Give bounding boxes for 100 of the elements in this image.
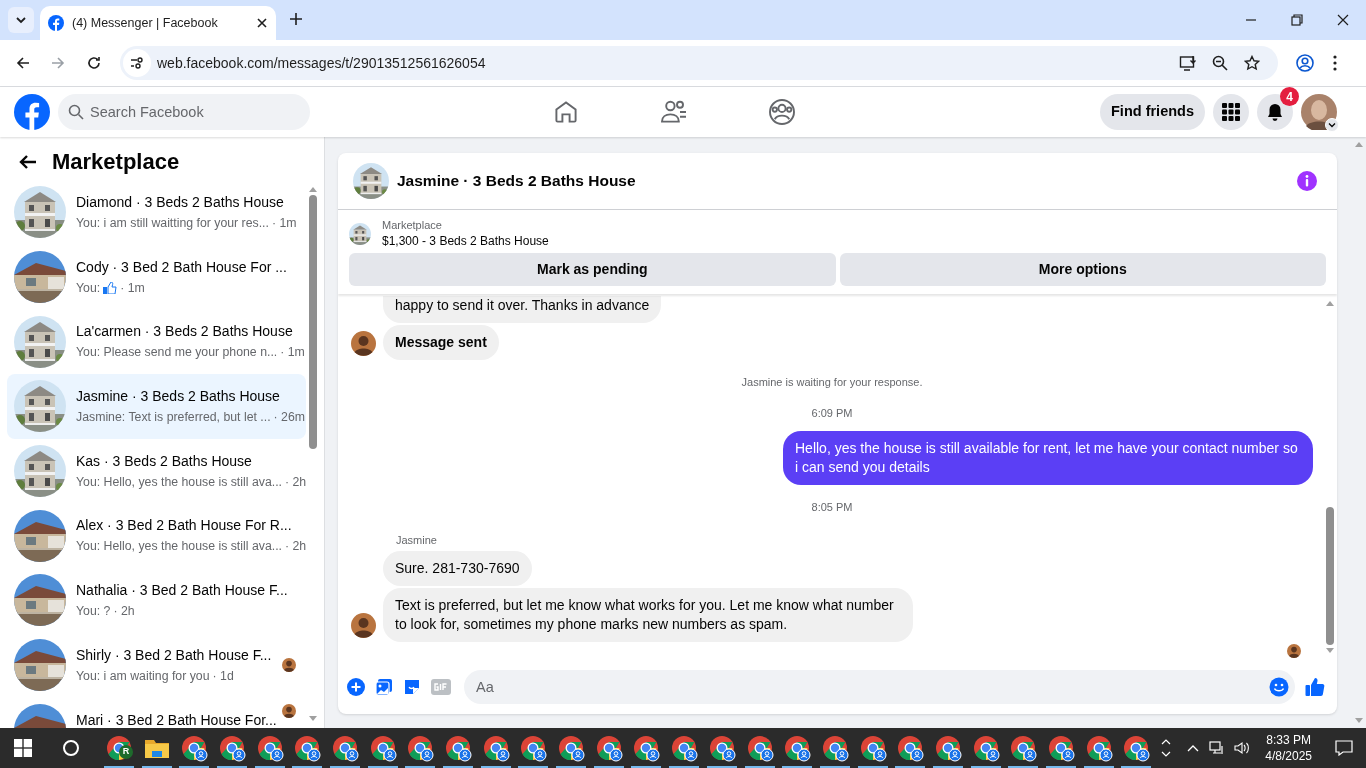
chrome-icon[interactable] bbox=[255, 734, 284, 762]
conversation-item[interactable]: Jasmine · 3 Beds 2 Baths House Jasmine: Text is preferred, but let ... · 26m bbox=[7, 374, 306, 439]
conversation-item[interactable]: Kas · 3 Beds 2 Baths House You: Hello, yes the house is still ava... · 2h bbox=[7, 438, 306, 504]
chrome-icon[interactable] bbox=[670, 734, 699, 762]
conversation-item[interactable]: Shirly · 3 Bed 2 Bath House F... You: i am waiting for you · 1d bbox=[7, 632, 306, 698]
message-preview: Jasmine: Text is preferred, but let ... bbox=[76, 408, 271, 426]
chat-title: Jasmine · 3 Beds 2 Baths House bbox=[397, 171, 637, 192]
chevron-down-icon[interactable] bbox=[1328, 121, 1336, 129]
network-icon[interactable] bbox=[1209, 741, 1226, 755]
chrome-icon[interactable] bbox=[632, 734, 661, 762]
conversation-item[interactable]: Nathalia · 3 Bed 2 Bath House F... You: ? · 2h bbox=[7, 568, 306, 633]
chrome-icon[interactable] bbox=[858, 734, 887, 762]
chrome-icon[interactable] bbox=[971, 734, 1000, 762]
chrome-icon[interactable] bbox=[330, 734, 359, 762]
emoji-icon[interactable] bbox=[1269, 677, 1289, 697]
timestamp: · 2h bbox=[113, 602, 135, 620]
close-icon[interactable] bbox=[256, 17, 268, 29]
timestamp: 8:05 PM bbox=[811, 500, 853, 515]
tab-list-button[interactable] bbox=[8, 7, 34, 33]
chrome-icon[interactable] bbox=[217, 734, 246, 762]
bookmark-star-icon[interactable] bbox=[1244, 55, 1260, 71]
clock-date: 4/8/2025 bbox=[1265, 748, 1312, 764]
chrome-icon[interactable] bbox=[1084, 734, 1113, 762]
message-bubble: Text is preferred, but let me know what works for you. Let me know what number to look for, sometimes my phone marks new numbers as spam. bbox=[383, 588, 913, 642]
scroll-up-icon[interactable] bbox=[1161, 739, 1172, 745]
facebook-logo-icon[interactable] bbox=[14, 94, 50, 130]
conversation-title: Diamond · 3 Beds 2 Baths House bbox=[76, 192, 285, 211]
chevron-down-icon[interactable] bbox=[15, 14, 27, 26]
conversation-item[interactable]: Diamond · 3 Beds 2 Baths House You: i am still waitting for your res... · 1m bbox=[7, 180, 306, 245]
chrome-icon[interactable] bbox=[1009, 734, 1038, 762]
sticker-icon[interactable] bbox=[403, 678, 421, 696]
scroll-down-icon[interactable] bbox=[1161, 751, 1172, 757]
chrome-icon[interactable] bbox=[745, 734, 774, 762]
message-bubble: Message sent bbox=[383, 325, 499, 360]
message-bubble: Hello, yes the house is still available for rent, let me have your contact number so i can send you details bbox=[783, 431, 1313, 485]
chrome-icon[interactable] bbox=[481, 734, 510, 762]
scrollbar-thumb[interactable] bbox=[309, 195, 317, 449]
facebook-icon bbox=[48, 15, 64, 31]
message-preview: You: Hello, yes the house is still ava... bbox=[76, 473, 282, 491]
address-bar[interactable]: web.facebook.com/messages/t/29013512561626054 bbox=[120, 46, 1278, 80]
browser-tab[interactable]: (4) Messenger | Facebook bbox=[40, 6, 276, 40]
new-tab-icon[interactable] bbox=[289, 12, 303, 26]
message-input[interactable]: Aa bbox=[464, 670, 1295, 704]
avatar[interactable] bbox=[1301, 94, 1337, 130]
conversation-title: Mari · 3 Bed 2 Bath House For... bbox=[76, 710, 276, 728]
chrome-icon[interactable] bbox=[406, 734, 435, 762]
plus-icon[interactable] bbox=[347, 678, 365, 696]
timestamp: · 2h bbox=[285, 538, 306, 556]
action-button[interactable]: Mark as pending bbox=[349, 253, 836, 286]
info-icon[interactable] bbox=[1297, 171, 1317, 191]
search-icon bbox=[68, 104, 84, 120]
site-info-icon[interactable] bbox=[130, 56, 144, 70]
windows-start-icon[interactable] bbox=[14, 739, 32, 757]
bell-icon bbox=[1266, 103, 1284, 121]
forward-icon[interactable] bbox=[50, 55, 66, 71]
chrome-icon[interactable] bbox=[293, 734, 322, 762]
chrome-icon[interactable] bbox=[1122, 734, 1151, 762]
chrome-icon[interactable] bbox=[444, 734, 473, 762]
photo-icon[interactable] bbox=[375, 678, 393, 696]
listing-label: Marketplace bbox=[382, 218, 443, 232]
search-icon[interactable] bbox=[62, 739, 80, 757]
search-field[interactable]: Search Facebook bbox=[58, 94, 310, 130]
zoom-out-icon[interactable] bbox=[1212, 55, 1228, 71]
profile-icon[interactable] bbox=[1296, 54, 1314, 72]
message-preview: You: bbox=[76, 279, 101, 297]
chrome-icon[interactable] bbox=[707, 734, 736, 762]
chrome-icon[interactable] bbox=[933, 734, 962, 762]
thumbs-up-icon bbox=[103, 281, 118, 294]
conversation-item[interactable]: Cody · 3 Bed 2 Bath House For ... You: · 1m bbox=[7, 244, 306, 310]
back-icon[interactable] bbox=[15, 55, 31, 71]
timestamp: 6:09 PM bbox=[811, 405, 853, 421]
message-bubble: happy to send it over. Thanks in advance bbox=[383, 296, 662, 323]
notifications-button[interactable] bbox=[1257, 94, 1293, 130]
chrome-icon[interactable] bbox=[519, 734, 548, 762]
install-app-icon[interactable] bbox=[1179, 54, 1197, 72]
chrome-icon[interactable] bbox=[1047, 734, 1076, 762]
restore-icon[interactable] bbox=[1291, 14, 1303, 26]
menu-icon[interactable] bbox=[1333, 55, 1337, 71]
timestamp: · 1d bbox=[212, 667, 234, 685]
listing-title: $1,300 - 3 Beds 2 Baths House bbox=[382, 233, 549, 250]
thumbs-up-icon[interactable] bbox=[1305, 677, 1325, 697]
chrome-icon[interactable] bbox=[783, 734, 812, 762]
chrome-icon[interactable] bbox=[820, 734, 849, 762]
chevron-up-icon[interactable] bbox=[1187, 744, 1200, 752]
scrollbar-thumb[interactable] bbox=[1326, 507, 1334, 645]
chrome-icon[interactable] bbox=[368, 734, 397, 762]
menu-button[interactable] bbox=[1213, 94, 1249, 130]
conversation-item[interactable]: Alex · 3 Bed 2 Bath House For R... You: Hello, yes the house is still ava... · 2h bbox=[7, 503, 306, 569]
find-friends-button[interactable]: Find friends bbox=[1100, 94, 1205, 130]
notifications-icon[interactable] bbox=[1335, 740, 1353, 756]
volume-icon[interactable] bbox=[1234, 741, 1251, 755]
reload-icon[interactable] bbox=[86, 55, 102, 71]
chrome-icon[interactable] bbox=[594, 734, 623, 762]
close-icon[interactable] bbox=[1337, 14, 1349, 26]
action-button[interactable]: More options bbox=[839, 253, 1326, 286]
chrome-icon[interactable] bbox=[180, 734, 209, 762]
conversation-item[interactable]: La'carmen · 3 Beds 2 Baths House You: Please send me your phone n... · 1m bbox=[7, 309, 306, 375]
chrome-icon[interactable] bbox=[896, 734, 925, 762]
message-bubble: Sure. 281-730-7690 bbox=[383, 551, 532, 586]
chrome-icon[interactable] bbox=[557, 734, 586, 762]
